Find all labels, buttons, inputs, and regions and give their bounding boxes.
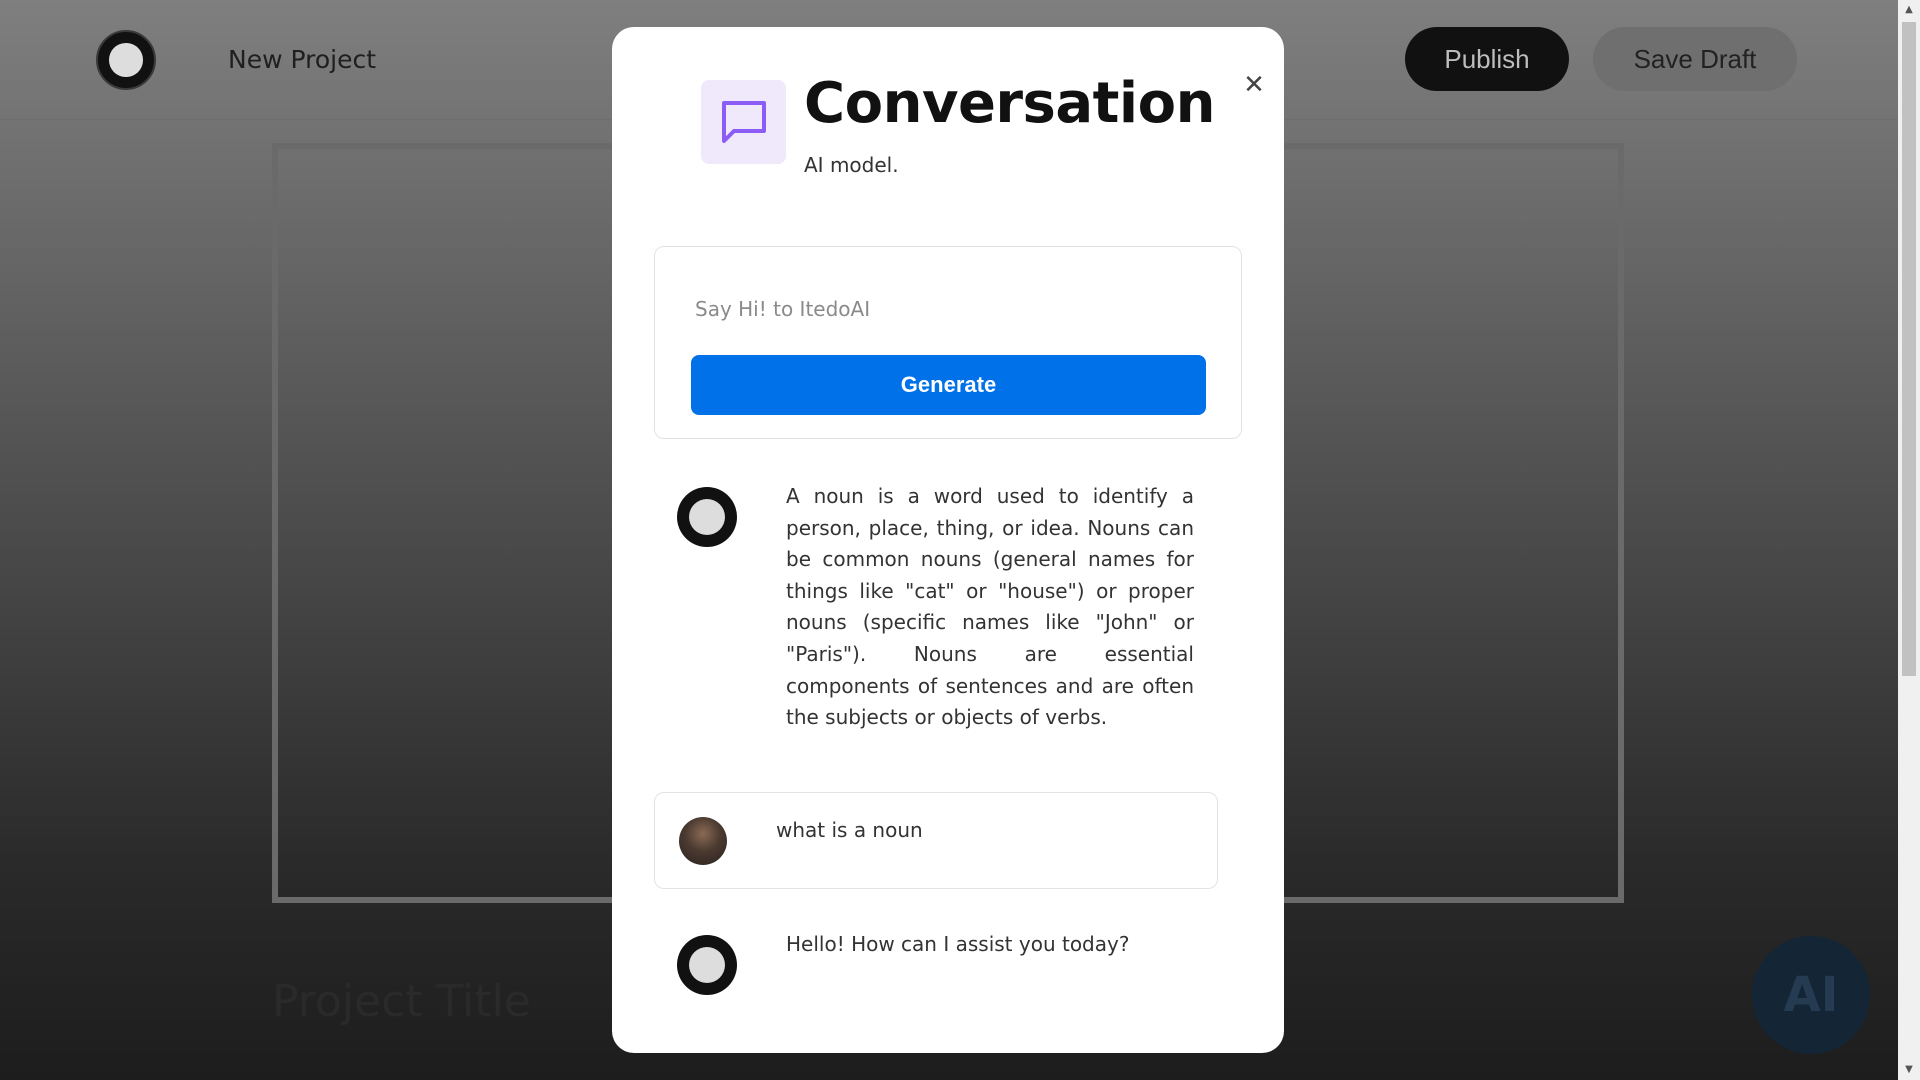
modal-subtitle: AI model. <box>804 153 899 177</box>
modal-title: Conversation <box>804 71 1215 136</box>
conversation-modal: ✕ Conversation AI model. Generate A noun… <box>612 27 1284 1053</box>
prompt-input[interactable] <box>695 289 1195 329</box>
user-message: what is a noun <box>654 792 1218 889</box>
ai-assistant-button[interactable]: AI <box>1752 936 1870 1054</box>
message-text: what is a noun <box>776 818 923 842</box>
assistant-avatar <box>677 935 737 995</box>
message-text: A noun is a word used to identify a pers… <box>786 484 1194 730</box>
page-scrollbar[interactable]: ▲ ▼ <box>1898 0 1920 1080</box>
scrollbar-thumb[interactable] <box>1902 22 1916 676</box>
chat-bubble-icon <box>701 80 786 164</box>
assistant-logo-icon <box>689 499 725 535</box>
project-name[interactable]: New Project <box>228 45 376 74</box>
user-avatar <box>679 817 727 865</box>
publish-button[interactable]: Publish <box>1405 27 1569 91</box>
assistant-message: Hello! How can I assist you today? <box>654 913 1218 1053</box>
assistant-avatar <box>677 487 737 547</box>
project-title[interactable]: Project Title <box>272 976 531 1027</box>
chat-history[interactable]: A noun is a word used to identify a pers… <box>654 465 1244 1053</box>
assistant-logo-icon <box>689 947 725 983</box>
assistant-message: A noun is a word used to identify a pers… <box>654 465 1218 755</box>
close-icon[interactable]: ✕ <box>1242 72 1266 98</box>
prompt-panel: Generate <box>654 246 1242 439</box>
logo-mark-icon <box>109 43 143 77</box>
logo[interactable] <box>96 30 156 90</box>
ai-edit-icon: AI <box>1783 967 1839 1023</box>
save-draft-button[interactable]: Save Draft <box>1593 27 1797 91</box>
scroll-down-arrow-icon[interactable]: ▼ <box>1898 1060 1920 1080</box>
generate-button[interactable]: Generate <box>691 355 1206 415</box>
scroll-up-arrow-icon[interactable]: ▲ <box>1898 0 1920 20</box>
message-text: Hello! How can I assist you today? <box>786 932 1130 956</box>
